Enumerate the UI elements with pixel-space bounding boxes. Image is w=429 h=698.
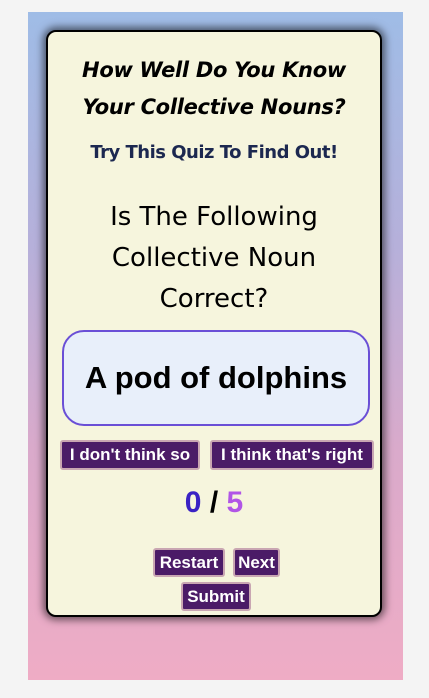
score-display: 0 / 5 <box>48 486 380 520</box>
score-separator: / <box>209 486 219 519</box>
question-text: Is The Following Collective Noun Correct… <box>68 197 360 320</box>
quiz-card: How Well Do You Know Your Collective Nou… <box>46 30 382 617</box>
restart-button[interactable]: Restart <box>153 548 225 577</box>
question-line-3: Correct? <box>159 284 269 314</box>
quiz-subtitle: Try This Quiz To Find Out! <box>90 142 338 163</box>
score-current: 0 <box>184 486 202 519</box>
phrase-box: A pod of dolphins <box>62 330 370 426</box>
score-total: 5 <box>226 486 244 519</box>
quiz-title: How Well Do You Know Your Collective Nou… <box>48 52 380 126</box>
page-background: How Well Do You Know Your Collective Nou… <box>28 12 403 680</box>
question-line-1: Is The Following <box>110 202 318 232</box>
quiz-title-line-1: How Well Do You Know <box>82 58 346 82</box>
answer-yes-button[interactable]: I think that's right <box>210 440 374 470</box>
collective-noun-phrase: A pod of dolphins <box>84 360 348 395</box>
quiz-title-line-2: Your Collective Nouns? <box>82 95 346 119</box>
question-line-2: Collective Noun <box>111 243 317 273</box>
submit-button[interactable]: Submit <box>181 582 251 611</box>
next-button[interactable]: Next <box>233 548 280 577</box>
answer-no-button[interactable]: I don't think so <box>60 440 200 470</box>
